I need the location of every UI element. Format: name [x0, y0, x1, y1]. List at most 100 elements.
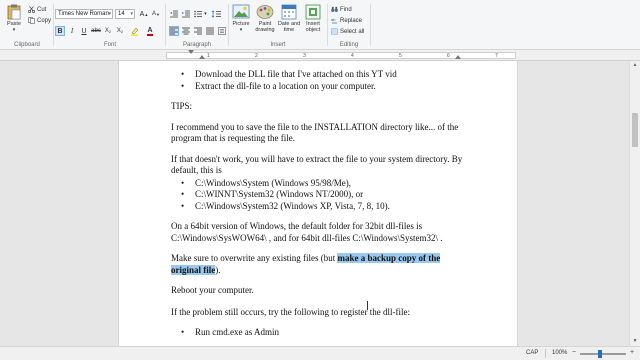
paragraph: If the problem still occurs, try the fol…	[171, 306, 410, 317]
find-button[interactable]: Find	[331, 6, 352, 13]
copy-icon	[28, 17, 35, 24]
left-indent-marker[interactable]	[188, 50, 194, 54]
scroll-down-icon[interactable]: ▼	[630, 337, 640, 346]
list-item: C:\Windows\System32 (Windows XP, Vista, …	[171, 201, 471, 213]
paint-drawing-button[interactable]: Paint drawing	[254, 4, 276, 33]
underline-button[interactable]: U	[79, 26, 89, 36]
select-all-button[interactable]: Select all	[331, 28, 364, 35]
decrease-indent-button[interactable]	[169, 9, 179, 19]
increase-indent-button[interactable]	[181, 9, 191, 19]
picture-icon	[232, 4, 250, 20]
outdent-icon	[170, 10, 178, 18]
text-color-button[interactable]: A	[145, 26, 155, 36]
bullet-list: Download the DLL file that I've attached…	[171, 69, 471, 92]
scroll-thumb[interactable]	[632, 113, 638, 147]
scissors-icon	[28, 6, 35, 13]
zoom-in-button[interactable]: +	[628, 348, 636, 358]
caps-lock-indicator: CAP	[526, 350, 539, 356]
paragraph: TIPS:	[171, 101, 193, 111]
ribbon-divider	[327, 4, 328, 46]
font-size-select[interactable]: 14 ▾	[115, 9, 135, 19]
paste-dropdown-icon[interactable]: ▾	[4, 27, 24, 33]
grow-font-button[interactable]: A ▲	[139, 9, 149, 19]
strikethrough-button[interactable]: abc	[91, 26, 101, 36]
list-item: Extract the dll-file to a location on yo…	[171, 81, 471, 93]
align-left-button[interactable]	[169, 26, 179, 36]
paragraph-icon	[218, 27, 226, 35]
picture-button[interactable]: Picture ▾	[230, 4, 252, 33]
shrink-font-button[interactable]: A ▼	[151, 9, 161, 19]
svg-text:ab: ab	[331, 17, 336, 22]
ruler-number: 1	[207, 53, 210, 59]
ruler-number: 3	[303, 53, 306, 59]
text-cursor-icon	[367, 301, 373, 310]
align-center-icon	[182, 27, 190, 35]
right-indent-marker[interactable]	[455, 55, 461, 59]
list-item: C:\Windows\System (Windows 95/98/Me),	[171, 178, 471, 190]
replace-label: Replace	[340, 17, 363, 24]
replace-icon: ab	[331, 17, 337, 24]
align-left-icon	[170, 27, 178, 35]
find-label: Find	[340, 6, 352, 13]
bullets-button[interactable]	[193, 9, 203, 19]
document-area: Download the DLL file that I've attached…	[0, 61, 629, 346]
align-center-button[interactable]	[181, 26, 191, 36]
editing-group: Find ab Replace Select all Editing	[329, 2, 369, 49]
scroll-up-icon[interactable]: ▲	[630, 61, 640, 70]
clipboard-group-label: Clipboard	[14, 42, 40, 48]
bullet-list: C:\Windows\System (Windows 95/98/Me), C:…	[171, 178, 471, 213]
list-item: C:\WINNT\System32 (Windows NT/2000), or	[171, 189, 471, 201]
vertical-scrollbar[interactable]: ▲ ▼	[629, 61, 640, 346]
subscript-button[interactable]: X2	[103, 26, 113, 36]
ruler-number: 4	[351, 53, 354, 59]
zoom-level: 100%	[552, 350, 568, 356]
text-run: ).	[215, 264, 221, 275]
document-page[interactable]: Download the DLL file that I've attached…	[118, 61, 518, 346]
paste-button[interactable]: Paste ▾	[4, 4, 24, 33]
highlighter-icon	[130, 27, 138, 36]
ribbon-divider	[53, 4, 54, 46]
font-family-select[interactable]: Times New Roman ▾	[55, 9, 113, 19]
ruler: 1 2 3 4 5 6 7	[0, 50, 640, 61]
bullet-list: Run cmd.exe as Admin	[171, 327, 471, 339]
align-right-icon	[194, 27, 202, 35]
paragraph-settings-button[interactable]	[217, 26, 227, 36]
zoom-slider-thumb[interactable]	[598, 350, 602, 358]
select-all-label: Select all	[340, 28, 365, 35]
font-size-value: 14	[118, 11, 125, 17]
highlight-color-button[interactable]	[129, 26, 139, 36]
cut-button[interactable]: Cut	[28, 6, 46, 13]
status-divider	[545, 349, 546, 358]
chevron-down-icon: ▾	[108, 11, 111, 17]
hanging-indent-marker[interactable]	[199, 55, 205, 59]
line-spacing-icon	[211, 10, 221, 18]
list-item: Run cmd.exe as Admin	[171, 327, 471, 339]
font-group-label: Font	[103, 42, 116, 48]
align-right-button[interactable]	[193, 26, 203, 36]
date-time-button[interactable]: Date and time	[278, 4, 300, 33]
line-spacing-button[interactable]	[211, 9, 221, 19]
bold-button[interactable]: B	[55, 26, 65, 36]
ribbon-divider	[370, 4, 371, 46]
object-icon	[304, 4, 322, 20]
zoom-out-button[interactable]: −	[570, 348, 578, 358]
insert-object-button[interactable]: Insert object	[302, 4, 324, 33]
clipboard-group: Paste ▾ Cut Copy Clipboard	[2, 2, 52, 48]
superscript-button[interactable]: X2	[115, 26, 125, 36]
ruler-number: 2	[255, 53, 258, 59]
replace-button[interactable]: ab Replace	[331, 17, 362, 24]
italic-button[interactable]: I	[67, 26, 77, 36]
zoom-slider-track[interactable]	[580, 353, 626, 355]
document-text[interactable]: Download the DLL file that I've attached…	[171, 69, 471, 346]
bullets-dropdown-button[interactable]: ▾	[203, 9, 208, 19]
calendar-icon	[280, 4, 298, 20]
insert-group-label: Insert	[270, 42, 286, 48]
paragraph: Make sure to overwrite any existing file…	[171, 253, 471, 276]
copy-button[interactable]: Copy	[28, 17, 51, 24]
editing-group-label: Editing	[339, 42, 359, 48]
paint-drawing-label: Paint drawing	[255, 21, 275, 33]
picture-dropdown-icon[interactable]: ▾	[230, 27, 252, 33]
justify-button[interactable]	[205, 26, 215, 36]
ribbon: Paste ▾ Cut Copy Clipboard Times New Rom…	[0, 0, 640, 50]
paragraph-group-label: Paragraph	[182, 42, 212, 48]
